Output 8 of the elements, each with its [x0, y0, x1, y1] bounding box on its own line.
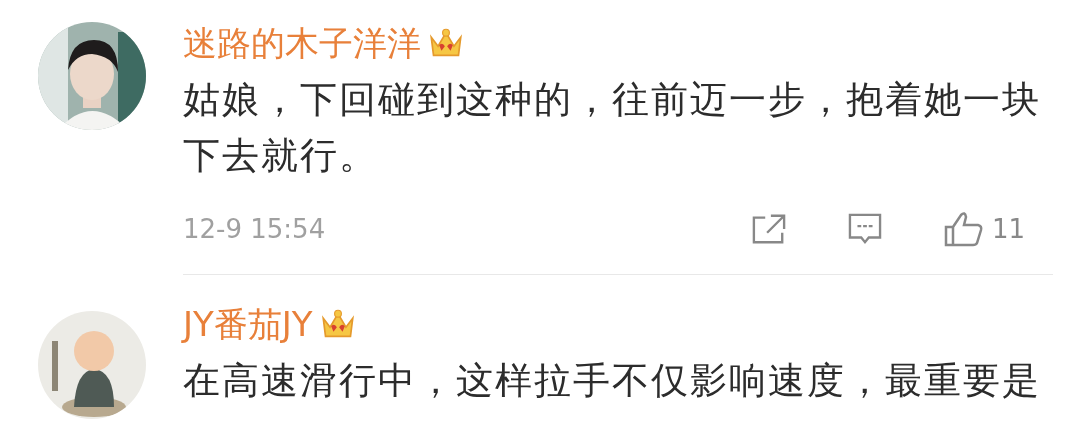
comment-text: 姑娘，下回碰到这种的，往前迈一步，抱着她一块下去就行。 [183, 77, 1042, 179]
comment-icon[interactable] [847, 213, 882, 245]
comment-time: 12-9 15:54 [183, 214, 326, 244]
user-name[interactable]: JY番茄JY [183, 302, 313, 348]
comment-text: 在高速滑行中，这样拉手不仅影响速度，最重要是 [183, 358, 1042, 404]
user-name[interactable]: 迷路的木子洋洋 [183, 21, 421, 67]
like-button[interactable]: 11 [943, 211, 1025, 247]
share-icon[interactable] [751, 213, 786, 245]
